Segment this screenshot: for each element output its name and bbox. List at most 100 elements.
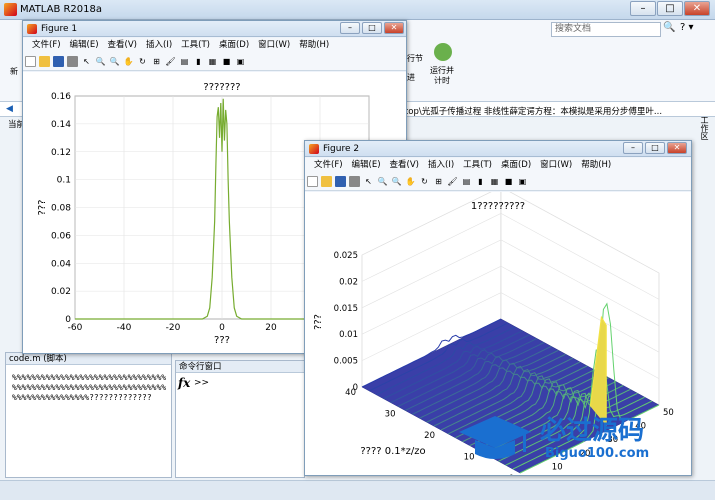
matlab-titlebar: MATLAB R2018a – □ ✕ bbox=[0, 0, 715, 20]
z-tick-label: 0.015 bbox=[334, 304, 358, 314]
menu-window[interactable]: 窗口(W) bbox=[258, 38, 290, 53]
menu-file[interactable]: 文件(F) bbox=[314, 158, 343, 173]
menu-insert[interactable]: 插入(I) bbox=[146, 38, 172, 53]
new-figure-icon[interactable] bbox=[25, 56, 36, 67]
figure-2-minimize-button[interactable]: – bbox=[623, 142, 643, 154]
watermark-text: 必过源码 bbox=[540, 416, 645, 446]
run-section-suffix: 进 bbox=[407, 73, 415, 82]
z-tick-label: 0.01 bbox=[339, 330, 358, 340]
link-icon[interactable]: ▤ bbox=[179, 56, 190, 67]
figure-1-titlebar[interactable]: Figure 1 – □ ✕ bbox=[23, 21, 406, 37]
back-icon[interactable]: ◀ bbox=[6, 104, 13, 114]
run-time-label[interactable]: 运行并 计时 bbox=[430, 66, 454, 86]
workspace-side-tab[interactable]: 工作区 bbox=[696, 116, 710, 156]
z-tick-label: 0.025 bbox=[334, 251, 358, 261]
figure-2-toolbar: ↖ 🔍 🔍 ✋ ↻ ⊞ 🖌 ▤ ▮ ▦ ■ ▣ bbox=[305, 173, 691, 191]
figure-icon bbox=[27, 24, 37, 34]
hide-tools-icon[interactable]: ■ bbox=[221, 56, 232, 67]
colorbar-icon[interactable]: ▮ bbox=[193, 56, 204, 67]
pointer-icon[interactable]: ↖ bbox=[363, 176, 374, 187]
app-title: MATLAB R2018a bbox=[20, 4, 103, 15]
brush-icon[interactable]: 🖌 bbox=[447, 176, 458, 187]
menu-help[interactable]: 帮助(H) bbox=[581, 158, 611, 173]
figure-1-toolbar: ↖ 🔍 🔍 ✋ ↻ ⊞ 🖌 ▤ ▮ ▦ ■ ▣ bbox=[23, 53, 406, 71]
save-icon[interactable] bbox=[53, 56, 64, 67]
menu-edit[interactable]: 编辑(E) bbox=[70, 38, 99, 53]
colorbar-icon[interactable]: ▮ bbox=[475, 176, 486, 187]
search-input[interactable]: 搜索文档 bbox=[551, 22, 661, 37]
dock-icon[interactable]: ▣ bbox=[235, 56, 246, 67]
menu-view[interactable]: 查看(V) bbox=[390, 158, 419, 173]
link-icon[interactable]: ▤ bbox=[461, 176, 472, 187]
command-window-title: 命令行窗口 bbox=[176, 361, 304, 373]
y-tick-label: 0.02 bbox=[51, 287, 71, 297]
command-window[interactable]: 命令行窗口 fx >> bbox=[175, 360, 305, 478]
print-icon[interactable] bbox=[349, 176, 360, 187]
hide-tools-icon[interactable]: ■ bbox=[503, 176, 514, 187]
figure-1-menubar: 文件(F) 编辑(E) 查看(V) 插入(I) 工具(T) 桌面(D) 窗口(W) 帮助(H) bbox=[23, 38, 406, 53]
legend-icon[interactable]: ▦ bbox=[207, 56, 218, 67]
editor-tab-label: code.m bbox=[9, 354, 41, 364]
menu-help[interactable]: 帮助(H) bbox=[299, 38, 329, 53]
menu-insert[interactable]: 插入(I) bbox=[428, 158, 454, 173]
pointer-icon[interactable]: ↖ bbox=[81, 56, 92, 67]
save-icon[interactable] bbox=[335, 176, 346, 187]
ribbon-left-label: 新 bbox=[10, 67, 18, 76]
data-cursor-icon[interactable]: ⊞ bbox=[433, 176, 444, 187]
search-icon[interactable]: 🔍 bbox=[663, 22, 677, 37]
status-bar bbox=[0, 480, 715, 500]
menu-desktop[interactable]: 桌面(D) bbox=[219, 38, 249, 53]
zoom-out-icon[interactable]: 🔍 bbox=[391, 176, 402, 187]
figure-2-menubar: 文件(F) 编辑(E) 查看(V) 插入(I) 工具(T) 桌面(D) 窗口(W) 帮助(H) bbox=[305, 158, 691, 173]
y-tick-label: 0.08 bbox=[51, 204, 71, 214]
figure-2-titlebar[interactable]: Figure 2 – □ ✕ bbox=[305, 141, 691, 157]
menu-tools[interactable]: 工具(T) bbox=[463, 158, 492, 173]
pan-icon[interactable]: ✋ bbox=[405, 176, 416, 187]
open-icon[interactable] bbox=[321, 176, 332, 187]
help-icon[interactable]: ? ▾ bbox=[680, 22, 708, 36]
menu-edit[interactable]: 编辑(E) bbox=[352, 158, 381, 173]
menu-tools[interactable]: 工具(T) bbox=[181, 38, 210, 53]
figure-icon bbox=[309, 144, 319, 154]
menu-window[interactable]: 窗口(W) bbox=[540, 158, 572, 173]
editor-tab[interactable]: code.m (脚本) bbox=[6, 353, 171, 365]
legend-icon[interactable]: ▦ bbox=[489, 176, 500, 187]
editor-text[interactable]: %%%%%%%%%%%%%%%%%%%%%%%%%%%%%%%%%%%%%%%%… bbox=[12, 373, 167, 403]
current-path: ktop\光孤子传播过程 非线性薛定谔方程：本模拟是采用分步傅里叶... bbox=[400, 107, 663, 117]
maximize-button[interactable]: □ bbox=[657, 1, 683, 16]
y-axis-label: ??? bbox=[37, 200, 48, 216]
zoom-in-icon[interactable]: 🔍 bbox=[95, 56, 106, 67]
y-tick-label: 0.06 bbox=[51, 231, 71, 241]
figure-2-close-button[interactable]: ✕ bbox=[667, 142, 687, 154]
open-icon[interactable] bbox=[39, 56, 50, 67]
rotate-icon[interactable]: ↻ bbox=[419, 176, 430, 187]
pan-icon[interactable]: ✋ bbox=[123, 56, 134, 67]
zoom-out-icon[interactable]: 🔍 bbox=[109, 56, 120, 67]
x-tick-label: 0 bbox=[219, 323, 225, 333]
figure-1-minimize-button[interactable]: – bbox=[340, 22, 360, 34]
rotate-icon[interactable]: ↻ bbox=[137, 56, 148, 67]
menu-desktop[interactable]: 桌面(D) bbox=[501, 158, 531, 173]
menu-file[interactable]: 文件(F) bbox=[32, 38, 61, 53]
figure-1-maximize-button[interactable]: □ bbox=[362, 22, 382, 34]
new-figure-icon[interactable] bbox=[307, 176, 318, 187]
y-tick-label: 0.04 bbox=[51, 259, 71, 269]
dock-icon[interactable]: ▣ bbox=[517, 176, 528, 187]
matlab-logo-icon bbox=[4, 3, 17, 16]
zoom-in-icon[interactable]: 🔍 bbox=[377, 176, 388, 187]
z-tick-label: 0.005 bbox=[334, 357, 358, 367]
run-time-icon[interactable] bbox=[434, 43, 452, 61]
fx-icon[interactable]: fx bbox=[178, 376, 190, 390]
menu-view[interactable]: 查看(V) bbox=[108, 38, 137, 53]
figure-1-close-button[interactable]: ✕ bbox=[384, 22, 404, 34]
brush-icon[interactable]: 🖌 bbox=[165, 56, 176, 67]
close-button[interactable]: ✕ bbox=[684, 1, 710, 16]
z-axis-label: ??? bbox=[313, 314, 324, 330]
x-tick-label: -20 bbox=[166, 323, 181, 333]
chart-title: 1????????? bbox=[471, 201, 525, 212]
print-icon[interactable] bbox=[67, 56, 78, 67]
minimize-button[interactable]: – bbox=[630, 1, 656, 16]
x-tick-label: -40 bbox=[117, 323, 132, 333]
figure-2-maximize-button[interactable]: □ bbox=[645, 142, 665, 154]
data-cursor-icon[interactable]: ⊞ bbox=[151, 56, 162, 67]
